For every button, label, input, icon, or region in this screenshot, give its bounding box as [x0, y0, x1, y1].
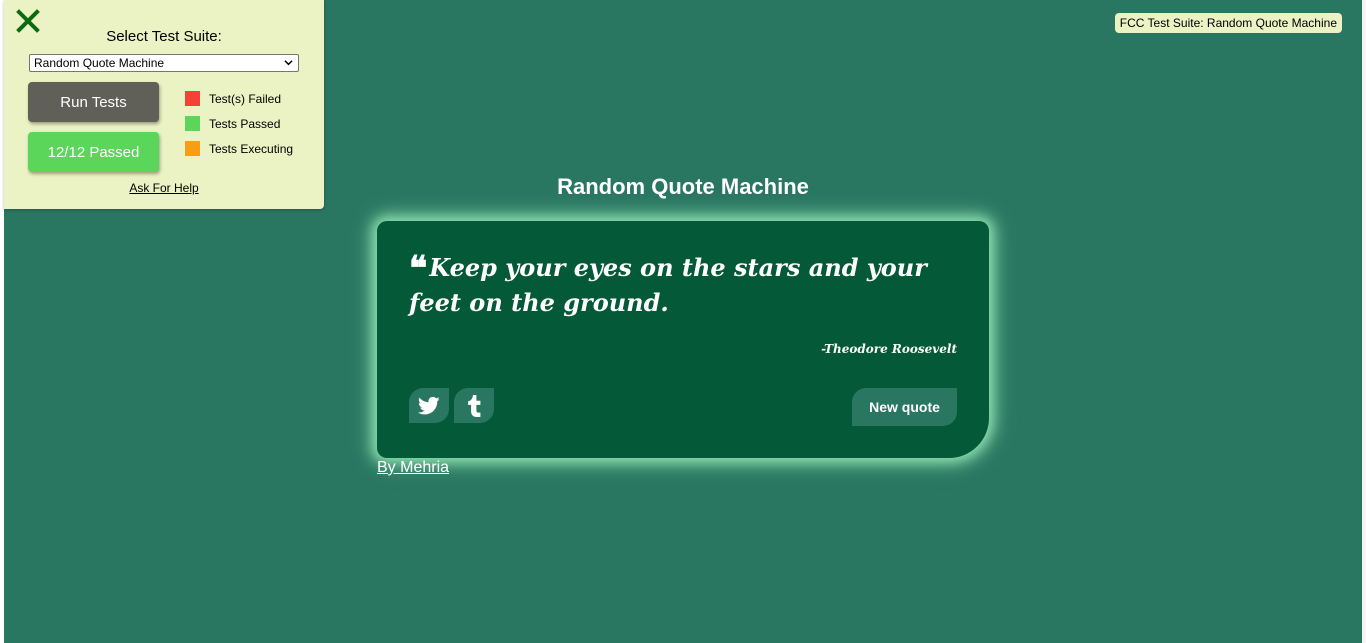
legend-executing: Tests Executing — [185, 141, 293, 156]
quote-box: ❝Keep your eyes on the stars and your fe… — [377, 221, 989, 458]
run-tests-button[interactable]: Run Tests — [28, 82, 159, 122]
legend-passed: Tests Passed — [185, 116, 280, 131]
quote-author: -Theodore Roosevelt — [821, 342, 957, 356]
legend-failed-label: Test(s) Failed — [209, 91, 282, 106]
tests-passed-button[interactable]: 12/12 Passed — [28, 132, 159, 172]
legend-passed-label: Tests Passed — [209, 116, 281, 131]
author-credit-link[interactable]: By Mehria — [377, 459, 449, 477]
test-suite-select[interactable]: Random Quote Machine — [29, 54, 299, 72]
chevron-down-icon — [284, 60, 293, 66]
failed-swatch — [185, 91, 200, 106]
app-title: Random Quote Machine — [557, 174, 809, 199]
quote-left-icon: ❝ — [409, 249, 428, 289]
executing-swatch — [185, 141, 200, 156]
selected-suite-value: Random Quote Machine — [34, 56, 165, 70]
twitter-icon — [418, 396, 440, 414]
tweet-quote-button[interactable] — [409, 388, 449, 423]
select-suite-label: Select Test Suite: — [106, 28, 222, 45]
new-quote-button[interactable]: New quote — [852, 388, 957, 426]
quote-text: ❝Keep your eyes on the stars and your fe… — [409, 251, 949, 320]
legend-failed: Test(s) Failed — [185, 91, 281, 106]
scrollbar-track — [1362, 0, 1366, 643]
passed-swatch — [185, 116, 200, 131]
tumblr-icon — [468, 394, 481, 417]
quote-text-content: Keep your eyes on the stars and your fee… — [409, 253, 927, 317]
legend-executing-label: Tests Executing — [209, 141, 294, 156]
fcc-suite-badge: FCC Test Suite: Random Quote Machine — [1114, 13, 1342, 33]
tumblr-quote-button[interactable] — [454, 388, 494, 423]
